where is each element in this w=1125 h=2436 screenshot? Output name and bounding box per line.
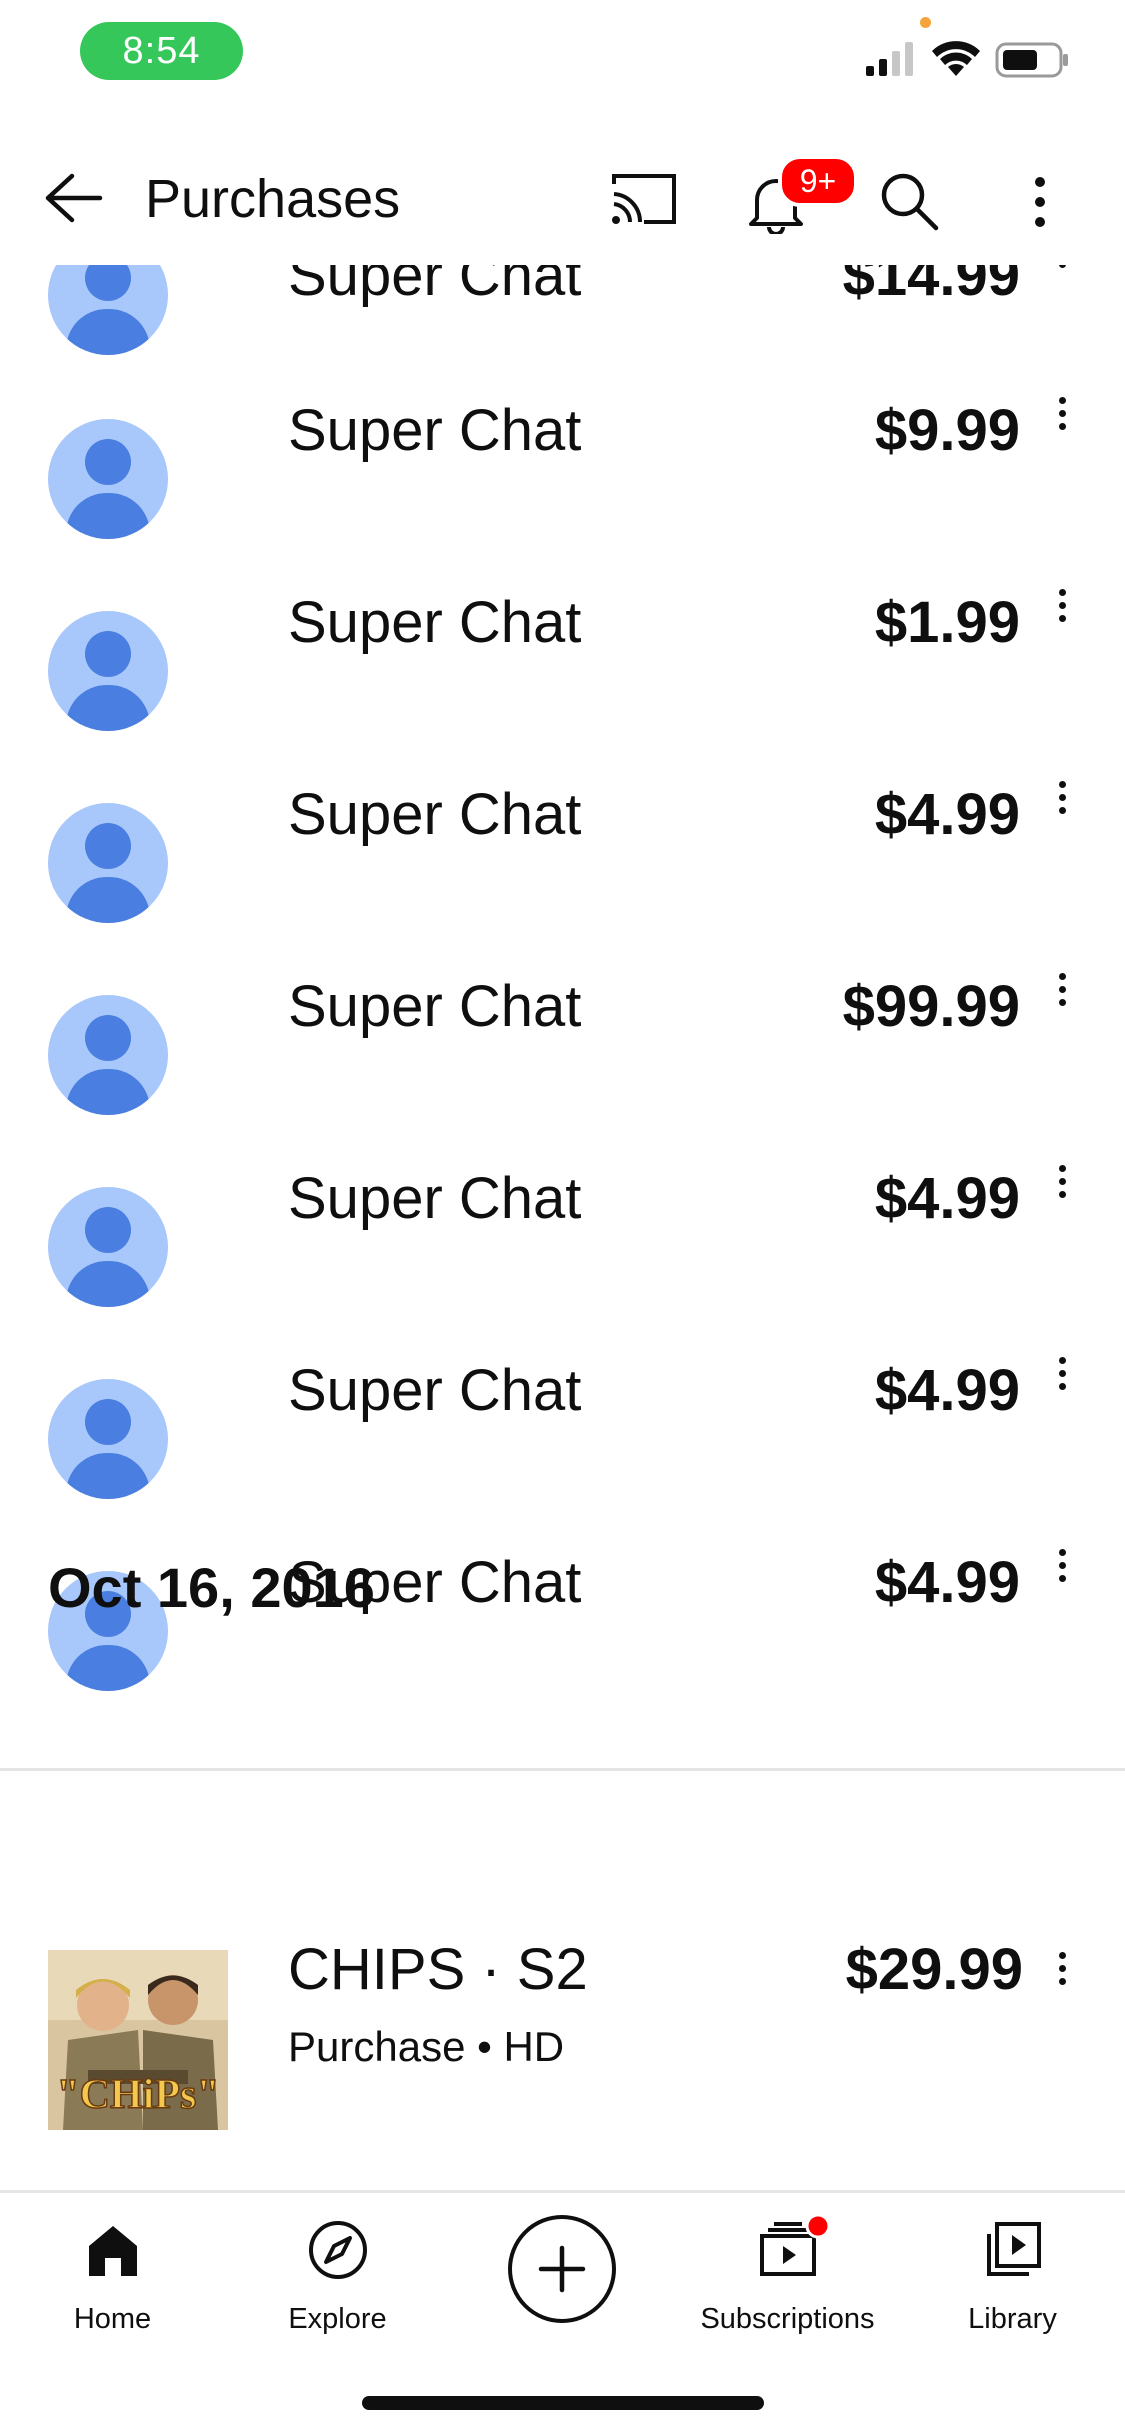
purchase-label: Super Chat [288, 974, 582, 1039]
nav-library-label: Library [968, 2303, 1057, 2335]
create-button[interactable] [508, 2215, 616, 2323]
cellular-signal-icon [866, 42, 913, 76]
app-header: Purchases 9+ [0, 130, 1125, 265]
purchase-price: $29.99 [845, 1937, 1023, 2002]
status-bar: 8:54 [0, 0, 1125, 130]
nav-home-label: Home [73, 2303, 152, 2335]
purchase-price: $4.99 [874, 1166, 1020, 1231]
purchase-row[interactable]: Super Chat $4.99 [0, 1165, 1125, 1379]
nav-home[interactable]: Home [0, 2193, 225, 2373]
row-more-options-icon[interactable] [1052, 781, 1072, 821]
row-more-options-icon[interactable] [1052, 265, 1072, 275]
cast-icon[interactable] [610, 170, 678, 228]
purchase-row[interactable]: Super Chat $1.99 [0, 589, 1125, 803]
privacy-indicator-dot [920, 17, 931, 28]
purchase-price: $9.99 [874, 398, 1020, 463]
row-more-options-icon[interactable] [1052, 1549, 1072, 1589]
row-more-options-icon[interactable] [1052, 589, 1072, 629]
purchase-date-heading: Oct 16, 2016 [48, 1556, 375, 1619]
more-options-icon[interactable] [1025, 172, 1055, 232]
avatar [48, 419, 168, 539]
purchase-price: $4.99 [874, 782, 1020, 847]
avatar [48, 1379, 168, 1499]
avatar [48, 1187, 168, 1307]
avatar [48, 265, 168, 355]
explore-compass-icon [308, 2221, 367, 2279]
search-icon[interactable] [878, 170, 940, 232]
purchase-label: Super Chat [288, 398, 582, 463]
row-more-options-icon[interactable] [1052, 1952, 1072, 1992]
purchase-price: $4.99 [874, 1550, 1020, 1615]
chips-poster-image: "CHiPs" [48, 1950, 228, 2130]
purchase-label: Super Chat [288, 1166, 582, 1231]
nav-subscriptions-label: Subscriptions [700, 2303, 875, 2335]
purchase-title: CHIPS · S2 [288, 1937, 588, 2002]
purchase-price: $4.99 [874, 1358, 1020, 1423]
row-more-options-icon[interactable] [1052, 397, 1072, 437]
nav-explore-label: Explore [288, 2303, 387, 2335]
purchase-label: Super Chat [288, 1358, 582, 1423]
nav-library[interactable]: Library [900, 2193, 1125, 2373]
row-more-options-icon[interactable] [1052, 1165, 1072, 1205]
nav-subscriptions[interactable]: Subscriptions [675, 2193, 900, 2373]
purchase-row[interactable]: Super Chat $99.99 [0, 973, 1125, 1187]
row-more-options-icon[interactable] [1052, 973, 1072, 1013]
purchase-row[interactable]: Super Chat $14.99 [0, 265, 1125, 369]
purchase-row[interactable]: Super Chat $4.99 [0, 781, 1125, 995]
new-content-dot-icon [805, 2213, 831, 2239]
home-indicator[interactable] [362, 2396, 764, 2410]
purchase-subtitle: Purchase • HD [288, 2023, 565, 2070]
avatar [48, 995, 168, 1115]
battery-icon [995, 42, 1068, 78]
purchase-row[interactable]: Super Chat $4.99 [0, 1357, 1125, 1571]
show-thumbnail[interactable]: "CHiPs" [48, 1950, 228, 2130]
wifi-icon [932, 41, 980, 76]
page-title: Purchases [145, 169, 401, 229]
avatar [48, 803, 168, 923]
poster-title-text: "CHiPs" [56, 2072, 219, 2118]
avatar [48, 611, 168, 731]
purchase-price: $99.99 [842, 974, 1020, 1039]
row-more-options-icon[interactable] [1052, 1357, 1072, 1397]
purchases-list[interactable]: Super Chat $14.99 Super Chat $9.99 Super… [0, 265, 1125, 2190]
library-icon [986, 2222, 1041, 2276]
home-icon [88, 2226, 137, 2276]
status-time: 8:54 [80, 22, 243, 80]
purchase-label: Super Chat [288, 265, 582, 308]
plus-icon [538, 2245, 586, 2293]
purchase-label: Super Chat [288, 590, 582, 655]
section-divider [0, 1768, 1125, 1771]
nav-explore[interactable]: Explore [225, 2193, 450, 2373]
purchase-price: $1.99 [874, 590, 1020, 655]
purchase-row[interactable]: Super Chat $9.99 [0, 397, 1125, 611]
purchase-label: Super Chat [288, 782, 582, 847]
notification-count-badge: 9+ [778, 155, 858, 207]
back-arrow-icon[interactable] [42, 170, 104, 226]
purchase-price: $14.99 [842, 265, 1020, 308]
